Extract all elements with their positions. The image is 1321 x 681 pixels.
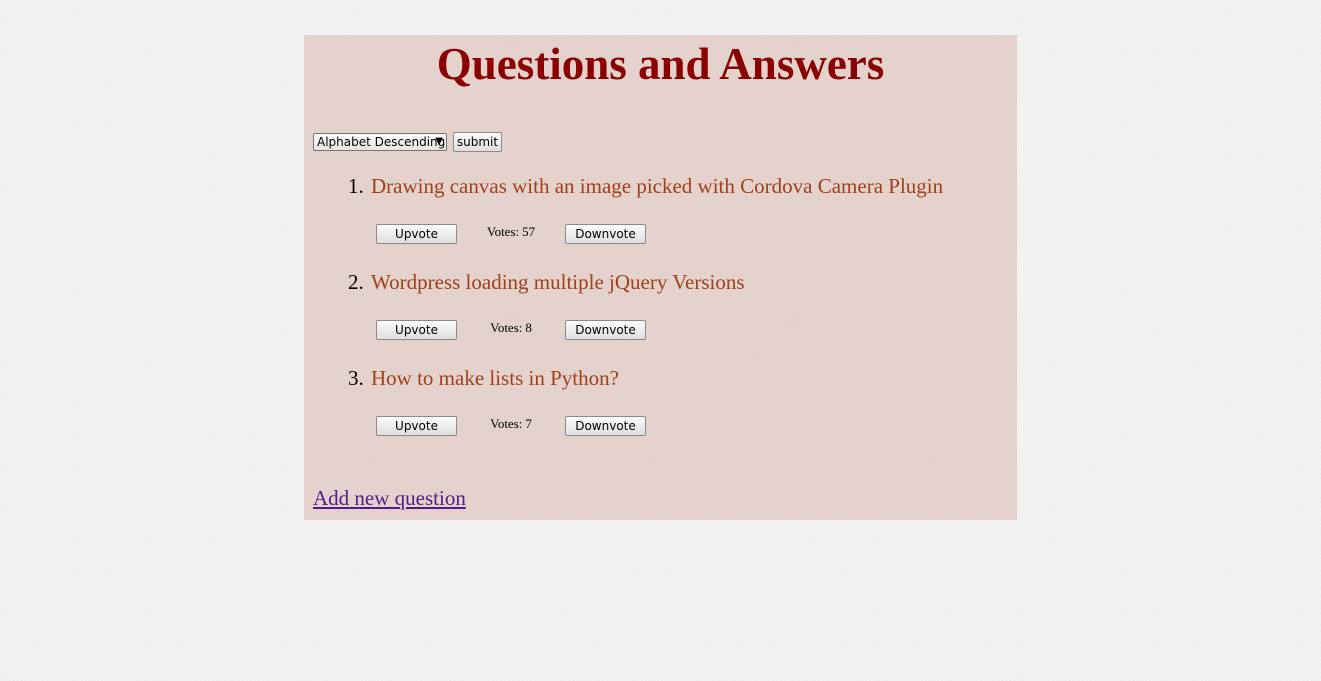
question-number: 1. (348, 174, 364, 198)
question-number: 2. (348, 270, 364, 294)
upvote-button[interactable]: Upvote (376, 416, 457, 436)
vote-count: Votes: 7 (456, 416, 566, 431)
votes-value: 57 (522, 224, 536, 239)
upvote-button[interactable]: Upvote (376, 224, 457, 244)
question-number: 3. (348, 366, 364, 390)
question-item: 1. Drawing canvas with an image picked w… (304, 172, 1017, 268)
add-new-question-link[interactable]: Add new question (313, 484, 466, 512)
question-item: 2. Wordpress loading multiple jQuery Ver… (304, 268, 1017, 364)
upvote-button[interactable]: Upvote (376, 320, 457, 340)
sort-order-select[interactable]: Alphabet Descending ▼ (313, 133, 447, 151)
page-title: Questions and Answers (436, 39, 885, 89)
votes-label: Votes: (486, 224, 520, 239)
question-title-link[interactable]: Wordpress loading multiple jQuery Versio… (371, 268, 745, 296)
submit-button[interactable]: submit (453, 132, 502, 152)
qa-panel: Questions and Answers Alphabet Descendin… (304, 35, 1017, 520)
votes-label: Votes: (490, 416, 523, 431)
votes-label: Votes: (490, 320, 523, 335)
sort-order-selected-value: Alphabet Descending (317, 135, 446, 149)
votes-value: 7 (525, 416, 532, 431)
vote-count: Votes: 57 (456, 224, 566, 239)
question-title-link[interactable]: How to make lists in Python? (371, 364, 619, 392)
downvote-button[interactable]: Downvote (565, 224, 646, 244)
downvote-button[interactable]: Downvote (565, 320, 646, 340)
question-title-link[interactable]: Drawing canvas with an image picked with… (371, 172, 943, 200)
question-item: 3. How to make lists in Python? Upvote V… (304, 364, 1017, 460)
vote-count: Votes: 8 (456, 320, 566, 335)
chevron-down-icon: ▼ (435, 136, 443, 147)
votes-value: 8 (525, 320, 532, 335)
downvote-button[interactable]: Downvote (565, 416, 646, 436)
